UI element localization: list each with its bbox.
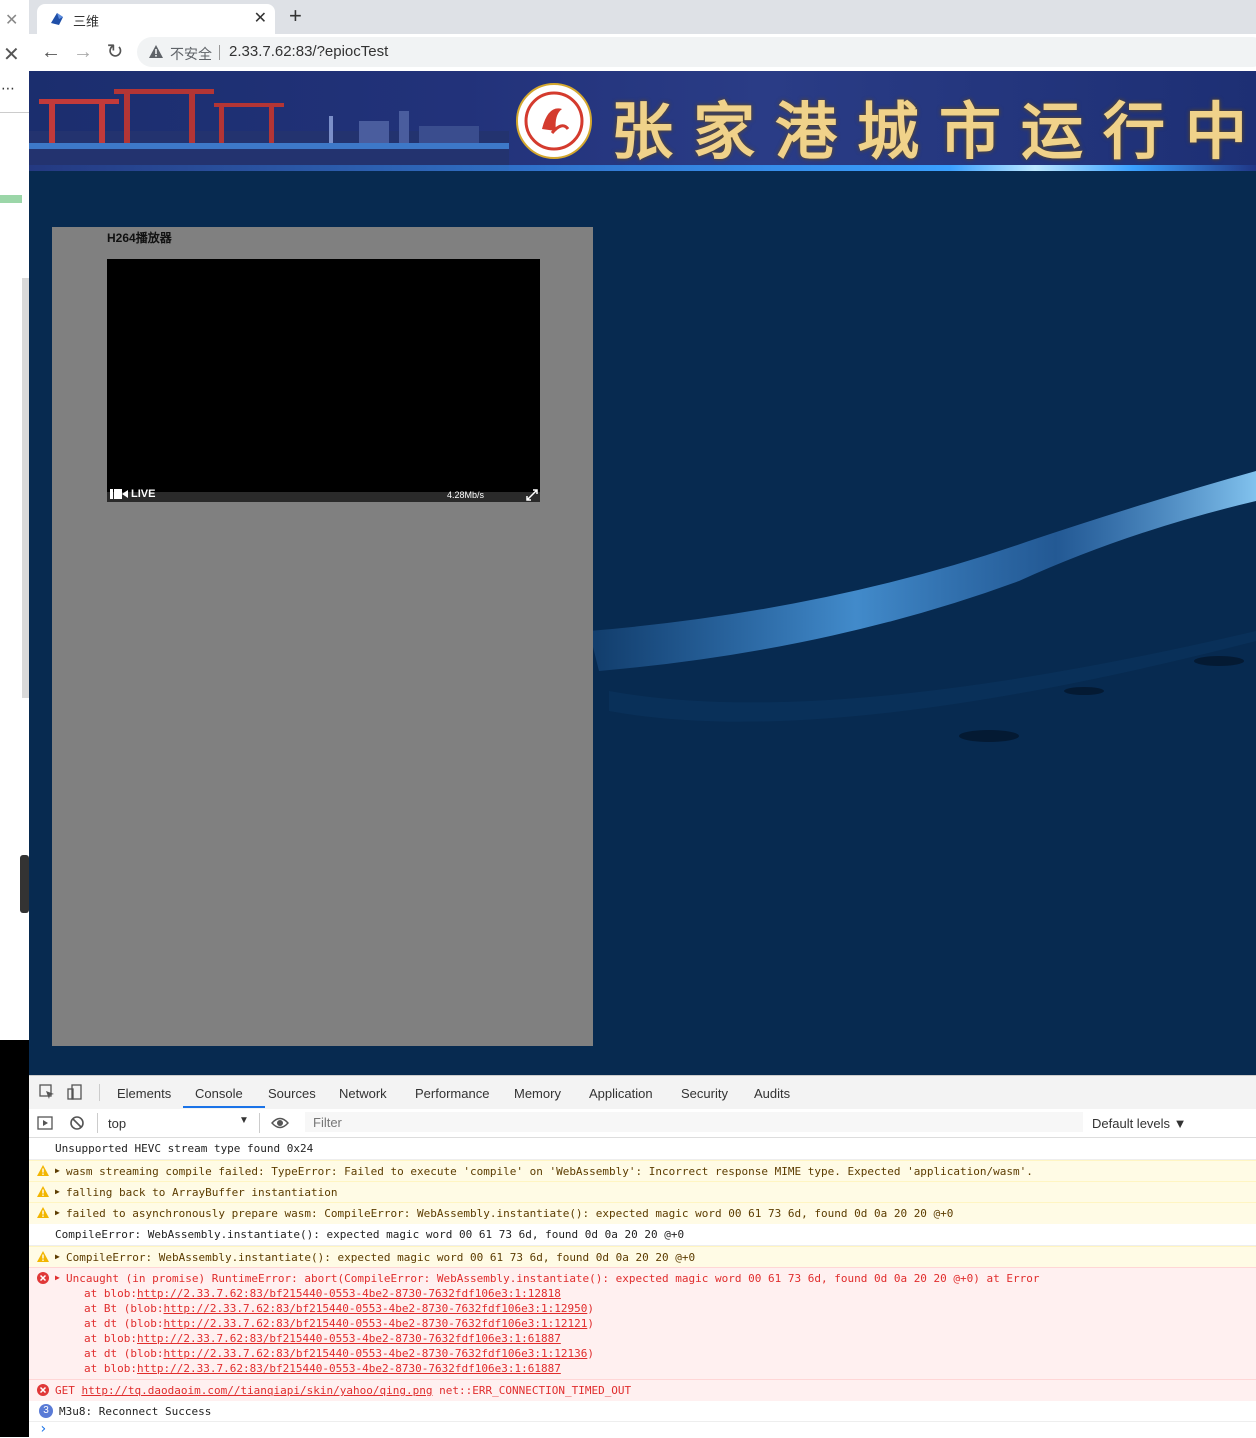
stack-frame: at blob:http://2.33.7.62:83/bf215440-055… (84, 1287, 561, 1300)
forward-icon[interactable]: → (71, 40, 95, 64)
repeat-count-badge: 3 (39, 1404, 53, 1418)
player-title: H264播放器 (107, 231, 172, 245)
eye-icon[interactable] (271, 1116, 289, 1130)
source-link[interactable]: http://2.33.7.62:83/bf215440-0553-4be2-8… (137, 1362, 561, 1375)
port-cranes-illustration (29, 89, 509, 171)
city-logo (516, 83, 592, 159)
expand-triangle-icon[interactable]: ▶ (55, 1166, 60, 1175)
console-toolbar: top ▼ Filter Default levels ▼ (29, 1109, 1256, 1138)
tab-title: 三维 (73, 14, 100, 29)
expand-triangle-icon[interactable]: ▶ (55, 1208, 60, 1217)
log-levels-select[interactable]: Default levels ▼ (1092, 1116, 1187, 1131)
security-label: 不安全 (170, 46, 212, 62)
warning-icon (37, 1165, 49, 1176)
console-message-info: 3 M3u8: Reconnect Success (29, 1401, 1256, 1422)
inspect-icon[interactable] (39, 1084, 55, 1100)
stack-frame: at dt (blob:http://2.33.7.62:83/bf215440… (84, 1317, 594, 1330)
console-prompt-icon[interactable]: › (39, 1421, 47, 1437)
device-toolbar-icon[interactable] (67, 1084, 83, 1100)
tab-memory[interactable]: Memory (514, 1086, 561, 1101)
tab-sources[interactable]: Sources (268, 1086, 316, 1101)
request-url-link[interactable]: http://tq.daodaoim.com//tianqiapi/skin/y… (82, 1384, 433, 1397)
warning-icon (37, 1251, 49, 1262)
error-icon (37, 1272, 49, 1284)
source-link[interactable]: http://2.33.7.62:83/bf215440-0553-4be2-8… (163, 1347, 587, 1360)
console-message-warning[interactable]: ▶ CompileError: WebAssembly.instantiate(… (29, 1246, 1256, 1268)
expand-triangle-icon[interactable]: ▶ (55, 1273, 60, 1282)
tab-security[interactable]: Security (681, 1086, 728, 1101)
more-icon[interactable]: ⋯ (1, 80, 15, 97)
source-link[interactable]: http://2.33.7.62:83/bf215440-0553-4be2-8… (163, 1302, 587, 1315)
console-message-warning[interactable]: ▶ falling back to ArrayBuffer instantiat… (29, 1181, 1256, 1203)
stack-frame: at blob:http://2.33.7.62:83/bf215440-055… (84, 1362, 561, 1375)
stack-frame: at blob:http://2.33.7.62:83/bf215440-055… (84, 1332, 561, 1345)
close-icon[interactable]: ✕ (3, 42, 20, 67)
console-message: Unsupported HEVC stream type found 0x24 (29, 1138, 1256, 1160)
browser-tabbar: 三维 ✕ + (29, 0, 1256, 34)
browser-toolbar: ← → ↻ 不安全 2.33.7.62:83/?epiocTest (29, 34, 1256, 72)
page-viewport: 张家港城市运行中 H264播放器 LIVE 4.28Mb/s (29, 71, 1256, 1075)
error-icon (37, 1384, 49, 1396)
live-label: LIVE (131, 488, 156, 500)
warning-icon (37, 1186, 49, 1197)
devtools-panel: Elements Console Sources Network Perform… (29, 1075, 1256, 1438)
taskbar (0, 1040, 29, 1437)
slider-handle[interactable] (20, 855, 29, 913)
stack-frame: at Bt (blob:http://2.33.7.62:83/bf215440… (84, 1302, 594, 1315)
expand-triangle-icon[interactable]: ▶ (55, 1187, 60, 1196)
tab-application[interactable]: Application (589, 1086, 653, 1101)
new-tab-icon[interactable]: + (289, 4, 302, 28)
console-message: CompileError: WebAssembly.instantiate():… (29, 1224, 1256, 1246)
reload-icon[interactable]: ↻ (103, 40, 127, 64)
tab-performance[interactable]: Performance (415, 1086, 489, 1101)
browser-tab[interactable]: 三维 ✕ (37, 4, 275, 34)
active-tab-indicator (183, 1106, 265, 1108)
console-output: Unsupported HEVC stream type found 0x24 … (29, 1138, 1256, 1438)
warning-icon (149, 45, 163, 58)
tab-audits[interactable]: Audits (754, 1086, 790, 1101)
chevron-down-icon[interactable]: ▼ (239, 1115, 249, 1126)
url-text[interactable]: 2.33.7.62:83/?epiocTest (229, 43, 388, 60)
console-message-error[interactable]: GET http://tq.daodaoim.com//tianqiapi/sk… (29, 1379, 1256, 1402)
console-message-warning[interactable]: ▶ failed to asynchronously prepare wasm:… (29, 1202, 1256, 1225)
filter-placeholder: Filter (313, 1115, 342, 1130)
video-controls: LIVE 4.28Mb/s (107, 488, 540, 502)
context-select[interactable]: top (108, 1116, 126, 1131)
divider (0, 112, 29, 113)
video-camera-icon (110, 489, 128, 499)
site-favicon-icon (51, 13, 63, 25)
background-window-strip: ✕ ✕ ⋯ (0, 0, 29, 1437)
console-message-error[interactable]: ▶ Uncaught (in promise) RuntimeError: ab… (29, 1267, 1256, 1380)
tab-elements[interactable]: Elements (117, 1086, 171, 1101)
tab-console[interactable]: Console (195, 1086, 243, 1101)
header-banner: 张家港城市运行中 (29, 71, 1256, 171)
stack-frame: at dt (blob:http://2.33.7.62:83/bf215440… (84, 1347, 594, 1360)
source-link[interactable]: http://2.33.7.62:83/bf215440-0553-4be2-8… (137, 1287, 561, 1300)
console-message-warning[interactable]: ▶ wasm streaming compile failed: TypeErr… (29, 1160, 1256, 1182)
divider (219, 45, 220, 60)
source-link[interactable]: http://2.33.7.62:83/bf215440-0553-4be2-8… (163, 1317, 587, 1330)
address-bar[interactable]: 不安全 2.33.7.62:83/?epiocTest (137, 37, 1256, 67)
devtools-tabbar: Elements Console Sources Network Perform… (29, 1076, 1256, 1110)
bitrate-label: 4.28Mb/s (447, 490, 485, 500)
clear-console-icon[interactable] (69, 1115, 85, 1131)
warning-icon (37, 1207, 49, 1218)
player-panel: H264播放器 LIVE 4.28Mb/s (52, 227, 593, 1046)
fullscreen-icon[interactable] (526, 489, 538, 501)
network-error-text: GET http://tq.daodaoim.com//tianqiapi/sk… (55, 1384, 632, 1397)
scrollbar[interactable] (22, 278, 29, 698)
video-player[interactable]: LIVE 4.28Mb/s (107, 259, 540, 502)
close-icon[interactable]: ✕ (5, 10, 18, 30)
expand-triangle-icon[interactable]: ▶ (55, 1252, 60, 1261)
banner-title: 张家港城市运行中 (611, 95, 1256, 168)
tab-network[interactable]: Network (339, 1086, 387, 1101)
source-link[interactable]: http://2.33.7.62:83/bf215440-0553-4be2-8… (137, 1332, 561, 1345)
sidebar-toggle-icon[interactable] (37, 1115, 53, 1131)
highlight-mark (0, 195, 22, 203)
filter-input[interactable]: Filter (305, 1112, 1083, 1132)
back-icon[interactable]: ← (39, 40, 63, 64)
tab-close-icon[interactable]: ✕ (254, 8, 267, 28)
